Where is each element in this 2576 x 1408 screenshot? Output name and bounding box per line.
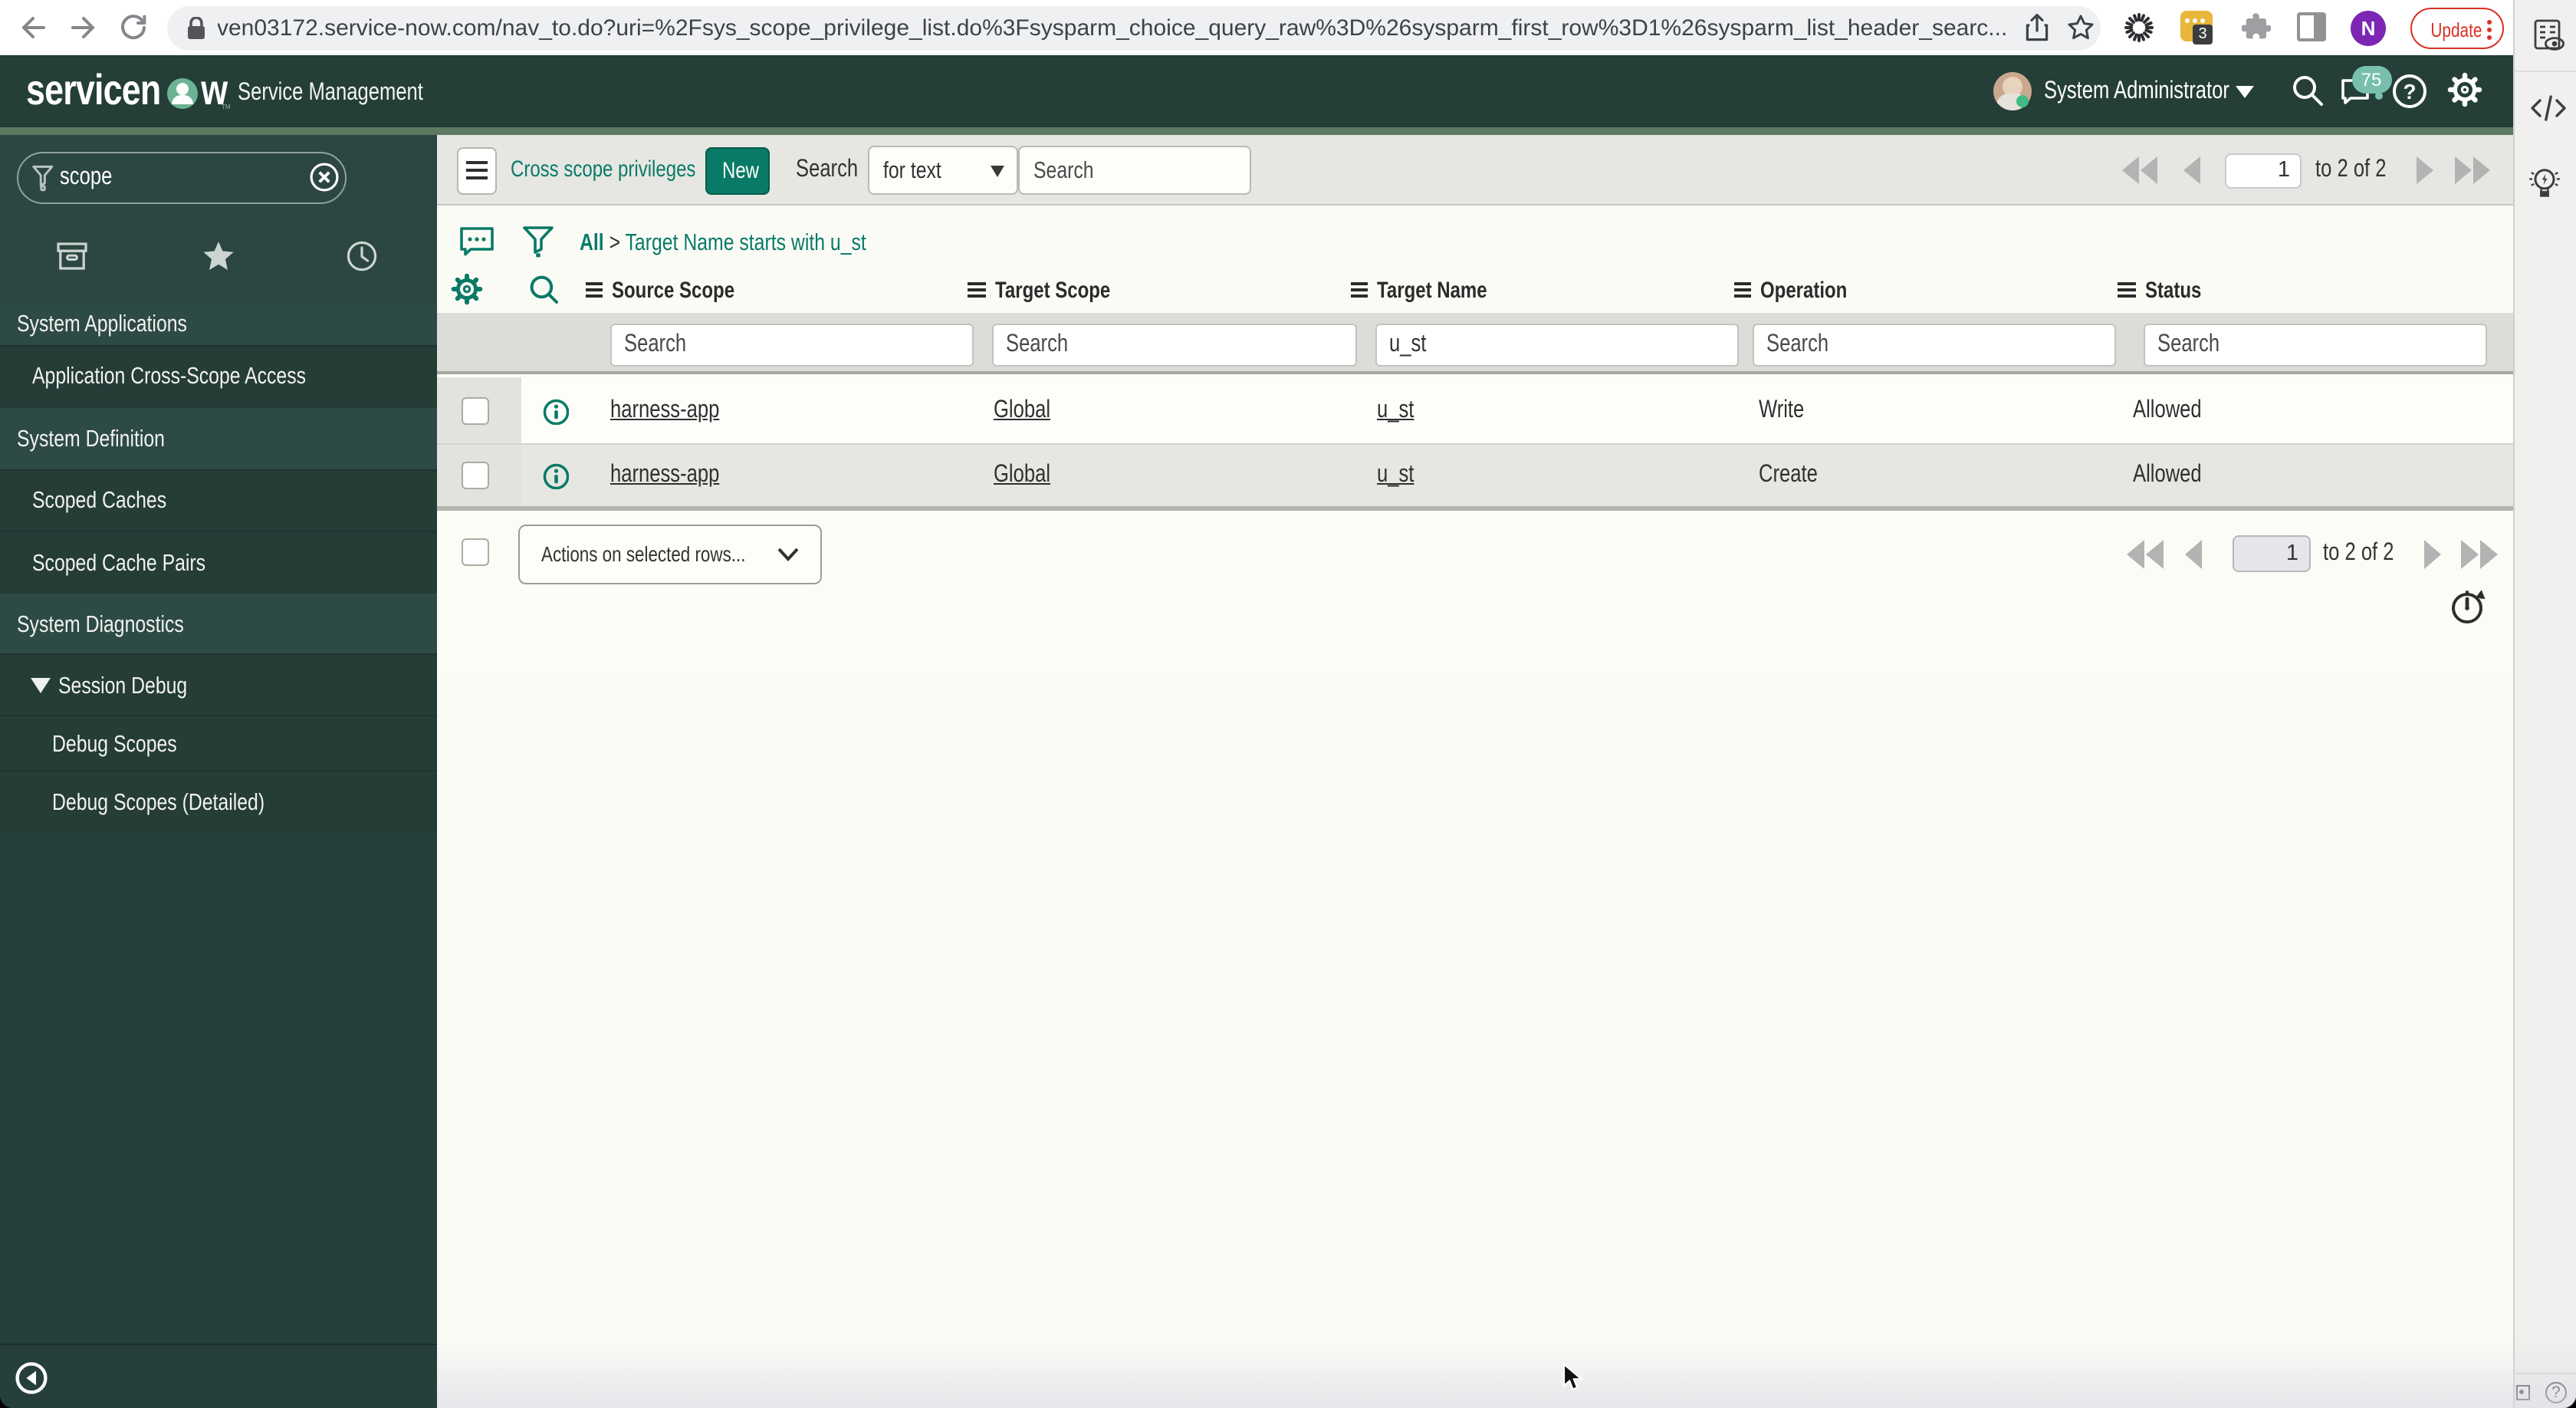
svg-text:?: ? [2403, 80, 2416, 104]
